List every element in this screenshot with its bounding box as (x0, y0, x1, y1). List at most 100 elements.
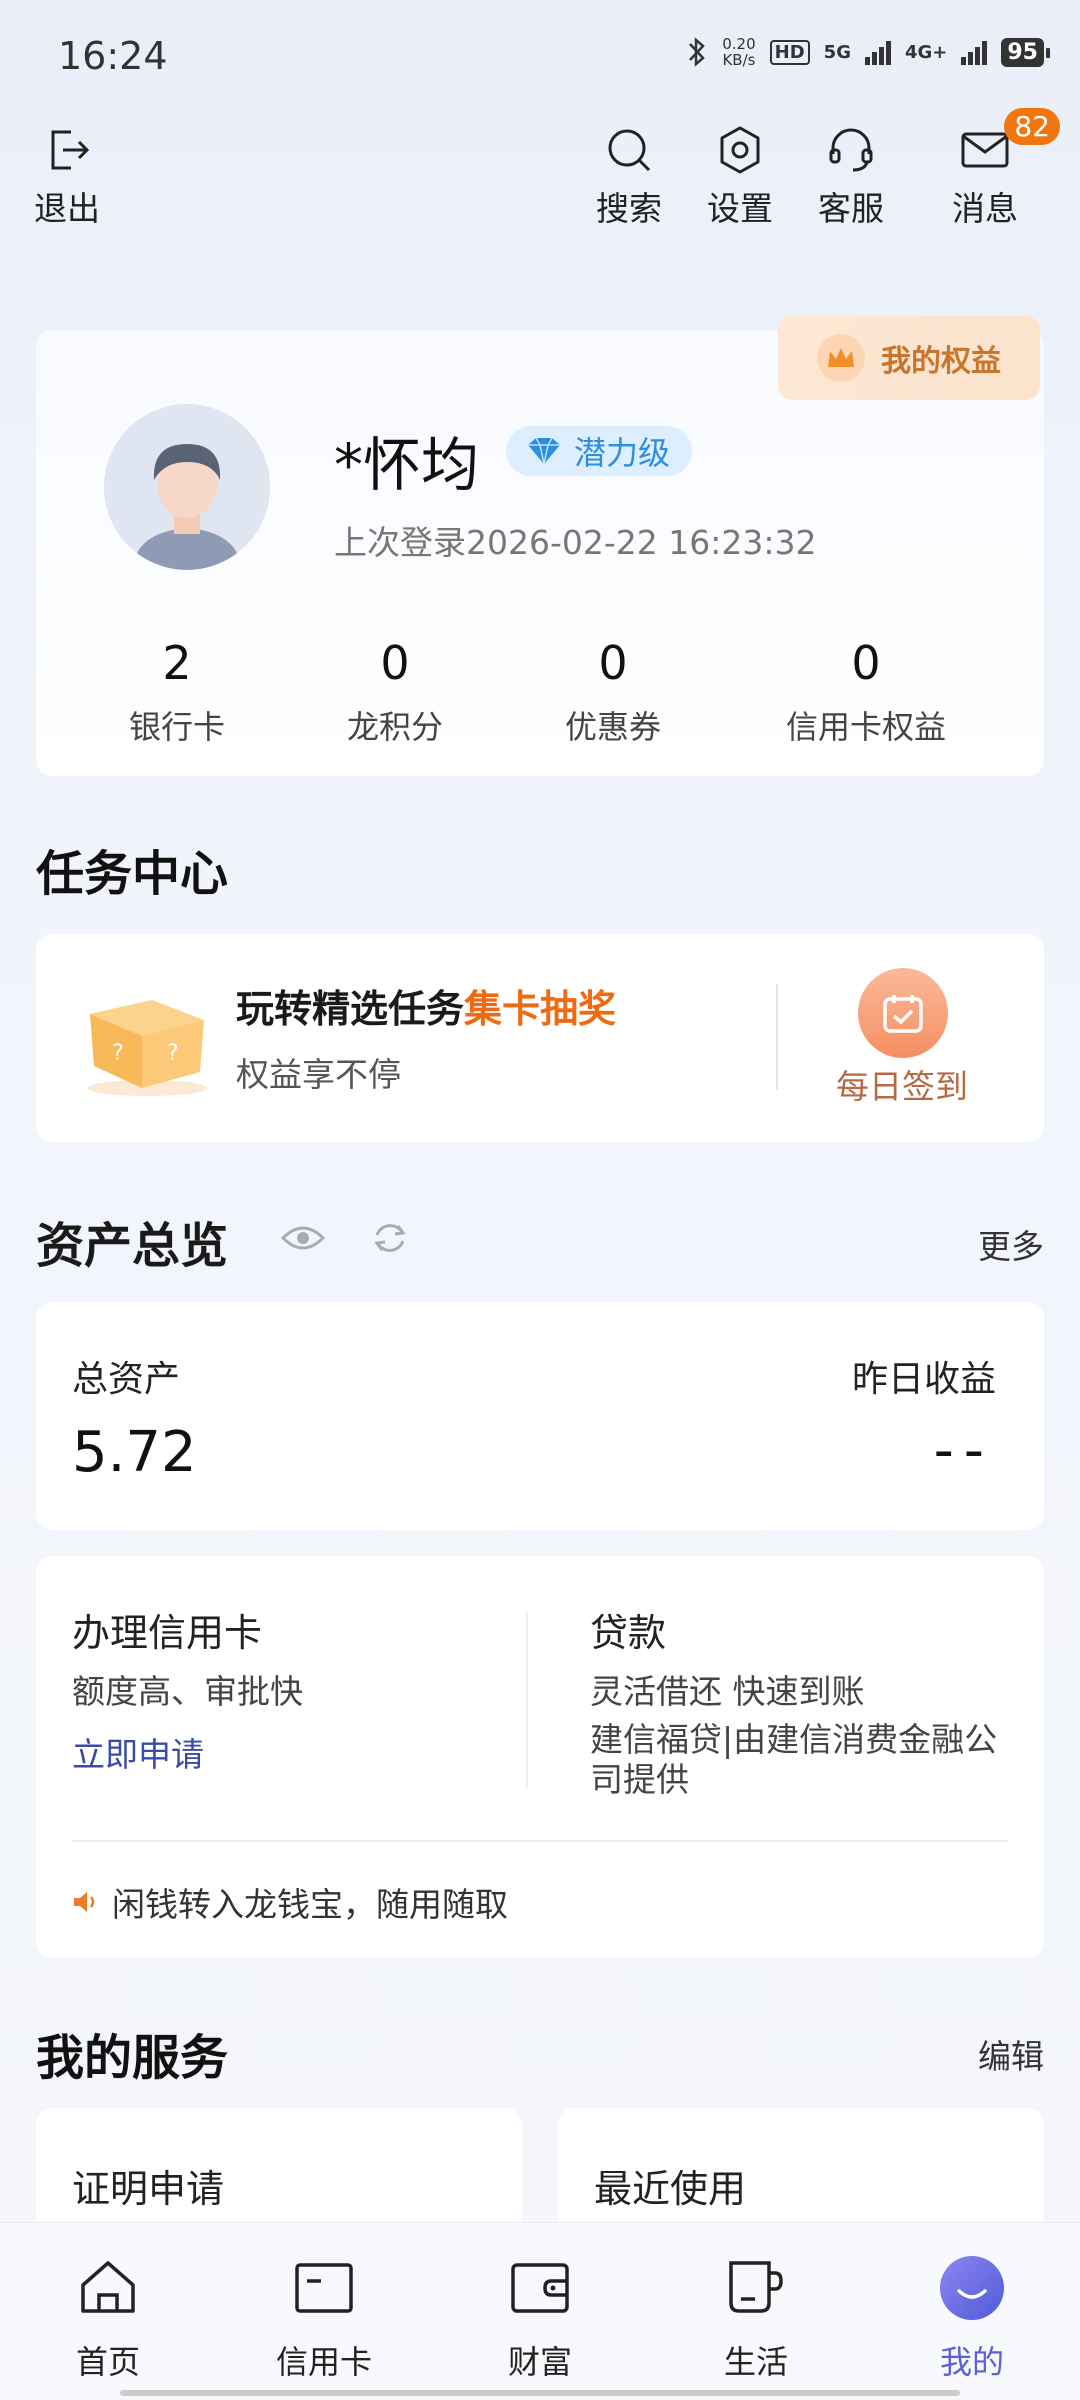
yesterday-yield-label: 昨日收益 (851, 1359, 996, 1400)
stat-value: 0 (598, 636, 628, 690)
net-speed: 0.20 KB/s (722, 35, 756, 69)
credit-card-desc: 额度高、审批快 (72, 1672, 303, 1711)
task-card[interactable]: ? ? 玩转精选任务集卡抽奖 权益享不停 每日签到 (36, 934, 1044, 1142)
gear-icon (720, 126, 760, 174)
tab-label: 生活 (723, 2343, 788, 2381)
bottom-tab-bar: 首页 信用卡 财富 生活 我的 (0, 2222, 1080, 2400)
logout-button[interactable]: 退出 (34, 124, 100, 230)
stat-label: 信用卡权益 (785, 708, 947, 746)
service-card-label: 证明申请 (72, 2167, 225, 2211)
message-count-badge: 82 (1004, 108, 1060, 145)
avatar[interactable] (104, 404, 270, 570)
sim2-type: 4G+ (904, 41, 948, 63)
loan-desc: 灵活借还 快速到账 (590, 1672, 865, 1711)
more-link[interactable]: 更多 (978, 1220, 1044, 1268)
customer-service-button[interactable]: 客服 (818, 124, 884, 230)
tab-label: 信用卡 (275, 2343, 372, 2381)
tab-label: 首页 (75, 2343, 140, 2381)
yesterday-yield-value: -- (933, 1418, 994, 1483)
headset-icon (829, 128, 873, 172)
task-highlight: 集卡抽奖 (464, 987, 617, 1031)
profile-card: 我的权益 *怀均 潜力级 上次登录2026-02-22 16:23:32 2 银… (36, 316, 1044, 776)
stat-value: 0 (380, 636, 410, 690)
mail-icon (961, 132, 1009, 168)
avatar-icon (104, 404, 270, 570)
stat-label: 龙积分 (346, 708, 444, 746)
asset-overview-title: 资产总览 (36, 1218, 229, 1274)
calendar-check-icon[interactable] (858, 968, 948, 1058)
home-icon (81, 2261, 135, 2313)
signal-icon (961, 39, 988, 65)
status-bar: 16:24 0.20 KB/s HD 5G 4G+ 95 (0, 0, 1080, 116)
stat-value: 2 (162, 636, 192, 690)
messages-label: 消息 (952, 189, 1018, 228)
tab-label: 我的 (939, 2343, 1004, 2381)
signal-icon (864, 39, 891, 65)
bluetooth-icon (689, 37, 706, 67)
refresh-icon[interactable] (370, 1218, 410, 1258)
svg-text:?: ? (112, 1041, 124, 1066)
crown-icon (817, 334, 865, 382)
my-rights-button[interactable]: 我的权益 (778, 316, 1040, 400)
settings-button[interactable]: 设置 (707, 124, 773, 230)
services-title: 我的服务 (36, 2030, 229, 2086)
credit-card-apply-title[interactable]: 办理信用卡 (72, 1602, 262, 1657)
profile-icon (940, 2256, 1004, 2320)
asset-overview-header: 资产总览 更多 (36, 1206, 1044, 1274)
total-assets-value: 5.72 (72, 1420, 197, 1485)
sim1-type: 5G (823, 41, 851, 63)
tab-mine[interactable]: 我的 (902, 2255, 1042, 2383)
daily-checkin-button[interactable]: 每日签到 (836, 1060, 968, 1108)
logout-label: 退出 (34, 189, 100, 228)
service-label: 客服 (818, 189, 884, 228)
tab-life[interactable]: 生活 (686, 2255, 826, 2383)
task-sub-text: 权益享不停 (236, 1055, 401, 1094)
edit-link[interactable]: 编辑 (978, 2030, 1044, 2078)
top-nav: 退出 搜索 设置 客服 消息 82 (0, 108, 1080, 234)
hd-icon: HD (769, 39, 810, 65)
stat-label: 银行卡 (128, 708, 226, 746)
task-center-title: 任务中心 (36, 846, 229, 902)
status-time: 16:24 (58, 34, 168, 78)
products-card: 办理信用卡 额度高、审批快 立即申请 贷款 灵活借还 快速到账 建信福贷|由建信… (36, 1556, 1044, 1958)
tab-wealth[interactable]: 财富 (470, 2255, 610, 2383)
tab-credit-card[interactable]: 信用卡 (254, 2255, 394, 2383)
stat-value: 0 (851, 636, 881, 690)
user-name: *怀均 (334, 431, 480, 499)
divider (72, 1840, 1008, 1842)
divider (776, 984, 778, 1090)
task-main-text: 玩转精选任务集卡抽奖 (236, 987, 617, 1031)
tab-label: 财富 (507, 2343, 572, 2381)
stat-bank-cards[interactable]: 2 银行卡 (129, 636, 225, 748)
level-label: 潜力级 (574, 434, 671, 472)
search-button[interactable]: 搜索 (596, 124, 662, 230)
last-login: 上次登录2026-02-22 16:23:32 (334, 523, 817, 562)
messages-button[interactable]: 消息 82 (952, 108, 1060, 230)
apply-now-link[interactable]: 立即申请 (72, 1728, 204, 1776)
loan-title[interactable]: 贷款 (590, 1602, 666, 1657)
home-indicator[interactable] (120, 2390, 960, 2396)
divider (526, 1612, 528, 1788)
tip-text: 闲钱转入龙钱宝，随用随取 (112, 1885, 508, 1924)
svg-text:?: ? (167, 1041, 179, 1066)
stat-coupons[interactable]: 0 优惠券 (565, 636, 661, 748)
service-card-label: 最近使用 (594, 2167, 747, 2211)
tip-row[interactable]: 闲钱转入龙钱宝，随用随取 (72, 1878, 508, 1926)
diamond-icon (528, 437, 560, 465)
level-badge[interactable]: 潜力级 (506, 426, 693, 476)
tab-home[interactable]: 首页 (38, 2255, 178, 2383)
wallet-icon (511, 2263, 569, 2313)
speaker-icon (74, 1892, 95, 1912)
credit-card-icon (295, 2263, 353, 2313)
search-label: 搜索 (596, 189, 662, 228)
battery-icon: 95 (1001, 37, 1050, 67)
eye-icon[interactable] (280, 1218, 326, 1258)
search-icon (608, 129, 651, 172)
asset-card[interactable]: 总资产 5.72 昨日收益 -- (36, 1302, 1044, 1530)
logout-icon (51, 130, 90, 170)
stat-credit-card-rights[interactable]: 0 信用卡权益 (786, 636, 946, 748)
settings-label: 设置 (707, 189, 773, 228)
stat-label: 优惠券 (564, 708, 662, 746)
stat-loyalty-points[interactable]: 0 龙积分 (347, 636, 443, 748)
loan-provider: 建信福贷|由建信消费金融公司提供 (590, 1720, 998, 1799)
